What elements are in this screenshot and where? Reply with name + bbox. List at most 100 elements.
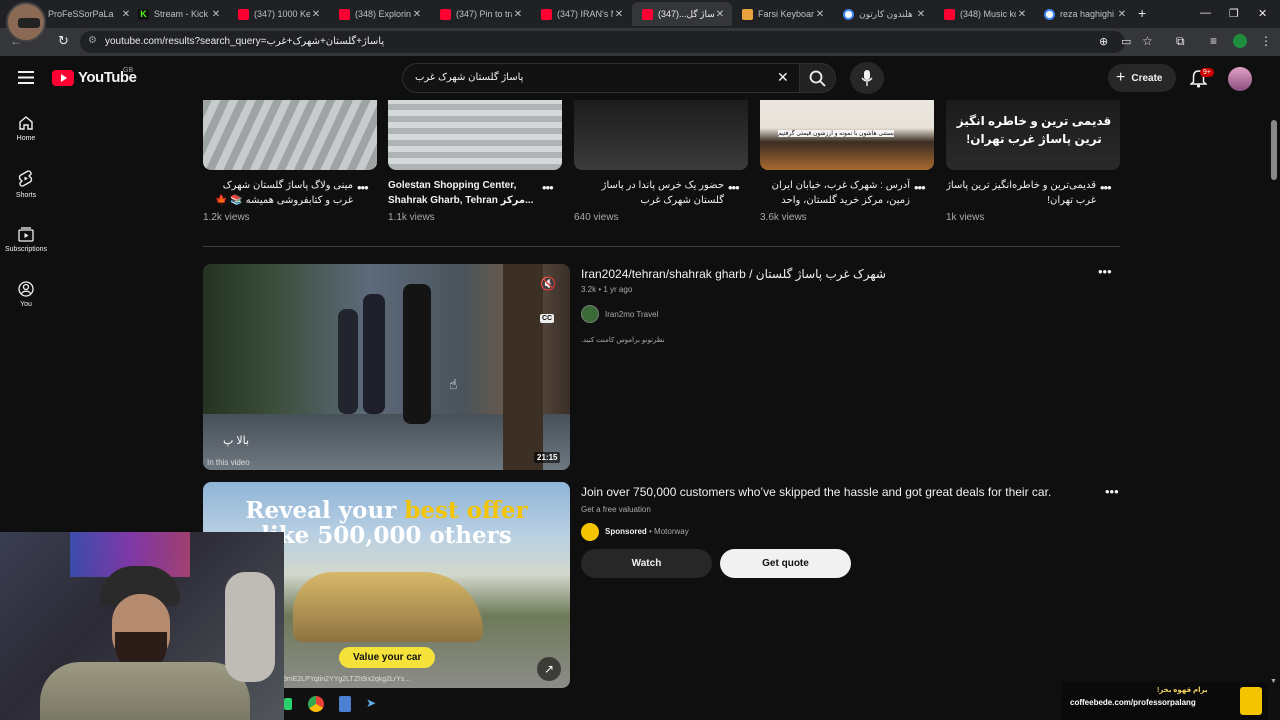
- close-icon[interactable]: ✕: [1016, 9, 1028, 20]
- browser-menu-icon[interactable]: ⋮: [1260, 34, 1272, 48]
- tab-2[interactable]: (347) 1000 Keb ✕: [228, 2, 328, 26]
- create-button[interactable]: + Create: [1108, 64, 1176, 92]
- tab-4[interactable]: (347) Pin to tra ✕: [430, 2, 530, 26]
- short-title[interactable]: آدرس : شهرک غرب، خیابان ایران زمین، مرکز…: [760, 178, 910, 208]
- close-icon[interactable]: ✕: [310, 9, 322, 20]
- tab-title: Stream - Kick D: [154, 9, 210, 19]
- profile-icon[interactable]: [1233, 34, 1247, 48]
- short-views: 3.6k views: [760, 212, 807, 223]
- short-thumbnail[interactable]: [388, 100, 562, 170]
- more-options-icon[interactable]: •••: [728, 180, 740, 195]
- more-options-icon[interactable]: •••: [542, 180, 554, 195]
- channel-avatar[interactable]: [581, 305, 599, 323]
- watch-button[interactable]: Watch: [581, 549, 712, 578]
- more-options-icon[interactable]: •••: [914, 180, 926, 195]
- video-overlay-text: بالا پ: [223, 435, 250, 447]
- close-window-icon[interactable]: ✕: [1258, 7, 1267, 20]
- short-thumbnail[interactable]: قدیمی ترین و خاطره انگیز ترین پاساژ غرب …: [946, 100, 1120, 170]
- tab-title: Farsi Keyboard: [758, 9, 814, 19]
- more-options-icon[interactable]: •••: [1105, 484, 1119, 499]
- microphone-icon: [861, 70, 873, 86]
- close-icon[interactable]: ✕: [714, 9, 726, 20]
- site-info-icon[interactable]: ⚙: [88, 35, 97, 46]
- more-options-icon[interactable]: •••: [357, 180, 369, 195]
- in-this-video-label[interactable]: In this video: [207, 458, 250, 467]
- scroll-down-arrow-icon[interactable]: ▼: [1270, 678, 1277, 685]
- scrollbar-thumb[interactable]: [1271, 120, 1277, 180]
- tab-1[interactable]: K Stream - Kick D✕: [128, 2, 228, 26]
- close-icon[interactable]: ✕: [814, 9, 826, 20]
- ad-cta-button[interactable]: Value your car: [339, 647, 436, 668]
- coffee-cup-icon: [1240, 687, 1262, 715]
- search-input[interactable]: پاساژ گلستان شهرک غرب ✕: [402, 63, 800, 93]
- telegram-taskbar-icon[interactable]: ➤: [366, 696, 376, 710]
- media-icon[interactable]: ≡: [1210, 34, 1217, 48]
- channel-name[interactable]: Iran2mo Travel: [605, 310, 658, 319]
- reload-icon[interactable]: ↻: [58, 33, 69, 49]
- close-icon[interactable]: ✕: [512, 9, 524, 20]
- short-title[interactable]: Golestan Shopping Center, Shahrak Gharb,…: [388, 178, 538, 208]
- tab-title: هلندون کارتون: [859, 8, 913, 19]
- profile-avatar[interactable]: [6, 2, 46, 42]
- more-options-icon[interactable]: •••: [1098, 264, 1112, 279]
- sidebar-item-shorts[interactable]: Shorts: [0, 170, 52, 199]
- chair: [225, 572, 275, 682]
- section-divider: [203, 246, 1120, 247]
- maximize-icon[interactable]: ❐: [1229, 7, 1239, 20]
- search-button[interactable]: [800, 63, 836, 93]
- external-link-icon[interactable]: ↗: [537, 657, 561, 681]
- clear-search-icon[interactable]: ✕: [777, 69, 789, 86]
- get-quote-button[interactable]: Get quote: [720, 549, 851, 578]
- new-tab-button[interactable]: +: [1138, 5, 1146, 21]
- short-title[interactable]: حضور یک خرس پاندا در پاساژ گلستان شهرک غ…: [574, 178, 724, 208]
- more-options-icon[interactable]: •••: [1100, 180, 1112, 195]
- tab-5[interactable]: (347) IRAN's M ✕: [531, 2, 631, 26]
- sidebar-item-you[interactable]: You: [0, 281, 52, 308]
- mute-icon[interactable]: 🔇: [540, 276, 556, 292]
- search-icon: [809, 70, 826, 87]
- short-views: 640 views: [574, 212, 619, 223]
- short-title[interactable]: مینی ولاگ پاساژ گلستان شهرک غرب و کتابفر…: [203, 178, 353, 208]
- short-thumbnail[interactable]: [203, 100, 377, 170]
- cast-icon[interactable]: ▭: [1121, 35, 1131, 48]
- minimize-icon[interactable]: —: [1200, 7, 1211, 19]
- tab-9[interactable]: (348) Music kor ✕: [934, 2, 1034, 26]
- app-icon[interactable]: [284, 698, 292, 710]
- cc-icon[interactable]: CC: [540, 314, 555, 323]
- short-thumbnail[interactable]: [574, 100, 748, 170]
- sidebar-label: Subscriptions: [4, 246, 48, 253]
- chrome-taskbar-icon[interactable]: [308, 696, 324, 712]
- video-title[interactable]: Iran2024/tehran/shahrak gharb / شهرک غرب…: [581, 267, 886, 281]
- bookmark-star-icon[interactable]: ☆: [1142, 34, 1153, 48]
- short-thumbnail[interactable]: بستنی هاشون با نمونه و ارزشون قیمتی گرفت…: [760, 100, 934, 170]
- create-label: Create: [1131, 72, 1163, 84]
- tab-10[interactable]: reza haghighi ✕: [1034, 2, 1134, 26]
- video-person: [338, 309, 358, 414]
- video-description: نظرتونو براموس کامنت کنید.: [581, 337, 665, 344]
- close-icon[interactable]: ✕: [210, 9, 222, 20]
- tab-7[interactable]: Farsi Keyboard ✕: [732, 2, 832, 26]
- close-icon[interactable]: ✕: [411, 9, 423, 20]
- hamburger-menu-icon[interactable]: [18, 71, 34, 89]
- close-icon[interactable]: ✕: [915, 9, 927, 20]
- youtube-icon: [642, 8, 653, 20]
- close-icon[interactable]: ✕: [613, 9, 625, 20]
- sidebar-item-subscriptions[interactable]: Subscriptions: [0, 226, 52, 253]
- short-title[interactable]: قدیمی‌ترین و خاطره‌انگیز ترین پاساژ غرب …: [946, 178, 1096, 208]
- url-text[interactable]: youtube.com/results?search_query=پاساژ+گ…: [105, 36, 384, 47]
- tab-6-active[interactable]: پاساژ گل...(347)✕: [632, 2, 732, 26]
- tab-3[interactable]: (348) Exploring ✕: [329, 2, 429, 26]
- notepad-taskbar-icon[interactable]: [339, 696, 351, 712]
- sidebar-item-home[interactable]: Home: [0, 115, 52, 142]
- close-icon[interactable]: ✕: [1116, 9, 1128, 20]
- account-avatar[interactable]: [1228, 67, 1252, 91]
- tab-0[interactable]: ProFeSSorPaLa ✕: [38, 2, 138, 26]
- voice-search-button[interactable]: [850, 62, 884, 94]
- tab-8[interactable]: هلندون کارتون ✕: [833, 2, 933, 26]
- zoom-icon[interactable]: ⊕: [1099, 35, 1108, 48]
- scrollbar-track[interactable]: [1268, 100, 1280, 690]
- extensions-icon[interactable]: ⧉: [1176, 34, 1185, 49]
- ad-title[interactable]: Join over 750,000 customers who’ve skipp…: [581, 485, 1051, 499]
- ad-car-image: [293, 572, 483, 642]
- video-thumbnail[interactable]: 🔇 CC بالا پ In this video 21:15 ☝: [203, 264, 570, 470]
